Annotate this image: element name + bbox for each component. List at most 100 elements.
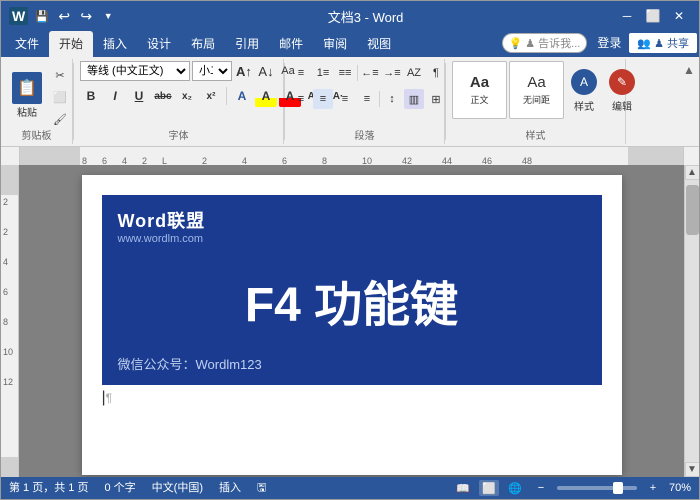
copy-button[interactable]: ⬜ [49,87,71,107]
save-status-icon: 🖫 [257,479,266,498]
show-marks-button[interactable]: ¶ [426,63,446,83]
align-center-button[interactable]: ≡ [313,89,333,109]
multilevel-list-button[interactable]: ≡≡ [335,63,355,83]
clipboard-group: 📋 粘贴 ✂ ⬜ 🖌 剪贴板 [1,59,73,144]
share-button[interactable]: 👥 ♟ 共享 [629,33,697,53]
ruler-ticks: 8 6 4 2 L 2 4 6 8 10 42 44 46 48 [20,147,683,165]
minimize-button[interactable]: ─ [615,4,639,28]
decrease-indent-button[interactable]: ←≡ [360,63,380,83]
vertical-ruler: 2 2 4 6 8 10 12 [1,165,19,477]
bold-button[interactable]: B [80,85,102,107]
title-bar-left: W 💾 ↩ ↪ ▼ [9,7,116,25]
font-highlight-button[interactable]: A [255,85,277,107]
font-label: 字体 [74,127,283,142]
close-button[interactable]: ✕ [667,4,691,28]
read-mode-button[interactable]: 📖 [453,480,473,496]
font-size-select[interactable]: 小二 [192,61,232,81]
login-button[interactable]: 登录 [593,32,625,53]
title-bar-controls: ─ ⬜ ✕ [615,4,691,28]
tab-file[interactable]: 文件 [5,31,49,57]
page-info: 第 1 页，共 1 页 [9,479,88,498]
print-layout-button[interactable]: ⬜ [479,480,499,496]
format-painter-button[interactable]: 🖌 [49,109,71,129]
clipboard-mini-buttons: ✂ ⬜ 🖌 [49,61,71,129]
main-area: 8 6 4 2 L 2 4 6 8 10 42 44 46 48 [1,147,699,477]
qat-redo[interactable]: ↪ [78,8,94,24]
text-effect-button[interactable]: A [231,85,253,107]
line-spacing-button[interactable]: ↕ [382,89,402,109]
justify-button[interactable]: ≡ [357,89,377,109]
zoom-level: 70% [669,482,691,494]
paste-icon: 📋 [12,72,42,104]
zoom-thumb[interactable] [613,482,623,494]
qat-undo[interactable]: ↩ [56,8,72,24]
ruler-side-right [684,147,699,165]
numbering-button[interactable]: 1≡ [313,63,333,83]
qat-dropdown[interactable]: ▼ [100,8,116,24]
ruler-side-left [1,147,19,165]
banner-url: www.wordlm.com [118,233,586,245]
lightbulb-icon: 💡 [509,37,523,50]
border-button[interactable]: ⊞ [426,89,446,109]
restore-button[interactable]: ⬜ [641,4,665,28]
increase-indent-button[interactable]: →≡ [382,63,402,83]
content-col: 8 6 4 2 L 2 4 6 8 10 42 44 46 48 [1,147,699,477]
cut-button[interactable]: ✂ [49,65,71,85]
tab-home[interactable]: 开始 [49,31,93,57]
shading-button[interactable]: ▥ [404,89,424,109]
zoom-slider[interactable] [557,486,637,490]
tab-mail[interactable]: 邮件 [269,31,313,57]
paste-button[interactable]: 📋 粘贴 [7,61,47,129]
zoom-out-button[interactable]: − [531,480,551,496]
bullets-button[interactable]: ≡ [291,63,311,83]
title-bar-title: 文档3 - Word [328,7,404,26]
tab-layout[interactable]: 布局 [181,31,225,57]
tab-design[interactable]: 设计 [137,31,181,57]
tab-insert[interactable]: 插入 [93,31,137,57]
scroll-thumb[interactable] [686,185,699,235]
banner-top: Word联盟 www.wordlm.com [118,207,586,245]
zoom-in-button[interactable]: + [643,480,663,496]
language: 中文(中国) [152,479,203,498]
styles-button[interactable]: A 样式 [566,61,602,121]
ruler-bottom-margin [1,457,18,477]
increase-font-button[interactable]: A↑ [234,61,254,81]
align-left-button[interactable]: ≡ [291,89,311,109]
web-layout-button[interactable]: 🌐 [505,480,525,496]
tab-view[interactable]: 视图 [357,31,401,57]
word-logo-icon: W [9,7,28,25]
scroll-down-button[interactable]: ▼ [685,462,700,477]
scroll-up-button[interactable]: ▲ [685,165,700,180]
ruler-top-margin [1,165,18,195]
italic-button[interactable]: I [104,85,126,107]
align-right-button[interactable]: ≡ [335,89,355,109]
vertical-scrollbar: ▲ ▼ [684,165,699,477]
collapse-ribbon-button[interactable]: ▲ [683,59,699,77]
text-cursor-line: | ¶ [102,389,602,407]
editing-button[interactable]: ✎ 编辑 [604,61,640,121]
scroll-track[interactable] [685,180,700,462]
style-normal[interactable]: Aa 正文 [452,61,507,119]
document-page: Word联盟 www.wordlm.com F4 功能键 微信公众号：Wordl… [82,175,622,475]
font-name-select[interactable]: 等线 (中文正文) [80,61,190,81]
banner-logo: Word联盟 [118,207,586,233]
style-no-spacing[interactable]: Aa 无间距 [509,61,564,119]
banner-footer: 微信公众号：Wordlm123 [118,354,586,373]
input-mode: 插入 [219,479,241,498]
doc-scroll-area[interactable]: Word联盟 www.wordlm.com F4 功能键 微信公众号：Wordl… [19,165,684,477]
superscript-button[interactable]: x² [200,85,222,107]
banner-image: Word联盟 www.wordlm.com F4 功能键 微信公众号：Wordl… [102,195,602,385]
tab-review[interactable]: 审阅 [313,31,357,57]
font-group: 等线 (中文正文) 小二 A↑ A↓ Aa B I U abc x₂ x² [74,59,284,144]
ruler-wrapper: 8 6 4 2 L 2 4 6 8 10 42 44 46 48 [1,147,699,165]
tab-references[interactable]: 引用 [225,31,269,57]
qat-save[interactable]: 💾 [34,8,50,24]
status-left: 第 1 页，共 1 页 0 个字 中文(中国) 插入 🖫 [9,479,266,498]
doc-outer: 2 2 4 6 8 10 12 Word联盟 www.w [1,165,699,477]
sort-button[interactable]: AZ [404,63,424,83]
tell-me-input[interactable]: 💡 ♟ 告诉我... [502,33,588,53]
underline-button[interactable]: U [128,85,150,107]
decrease-font-button[interactable]: A↓ [256,61,276,81]
subscript-button[interactable]: x₂ [176,85,198,107]
strikethrough-button[interactable]: abc [152,85,174,107]
